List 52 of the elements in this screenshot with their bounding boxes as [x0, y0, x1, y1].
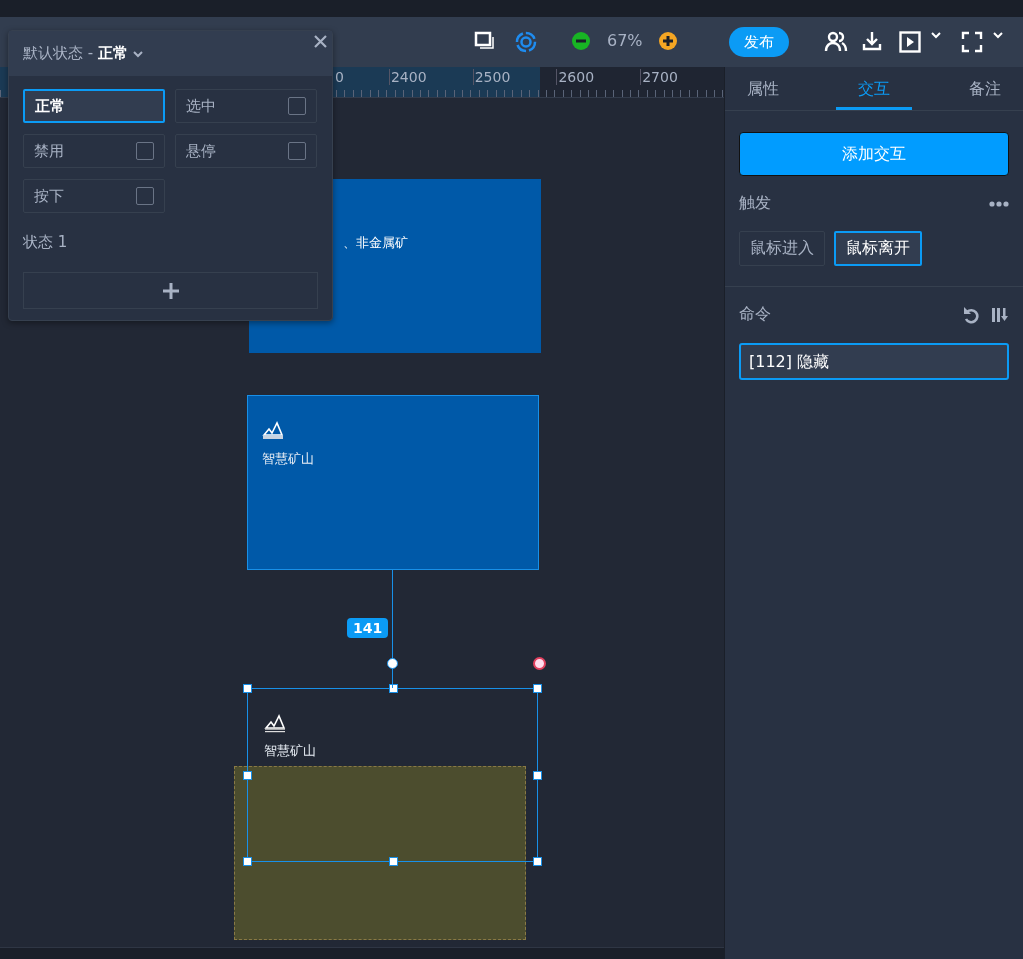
trigger-option[interactable]: 鼠标进入 — [739, 231, 825, 266]
fullscreen-icon[interactable] — [961, 31, 983, 53]
more-icon[interactable] — [989, 200, 1009, 207]
section-label: 触发 — [739, 193, 771, 214]
command-item[interactable]: [112] 隐藏 — [739, 343, 1009, 380]
distance-badge: 141 — [347, 618, 389, 638]
checkbox[interactable] — [288, 142, 306, 160]
panel-tab[interactable]: 备注 — [946, 67, 1023, 110]
panel-tab[interactable]: 属性 — [725, 67, 802, 110]
play-icon[interactable] — [899, 31, 921, 53]
checkbox[interactable] — [136, 142, 154, 160]
checkbox[interactable] — [136, 187, 154, 205]
rotate-handle[interactable] — [533, 657, 546, 670]
users-icon[interactable] — [824, 31, 848, 53]
close-icon[interactable] — [314, 35, 327, 48]
checkbox[interactable] — [288, 97, 306, 115]
state-option[interactable]: 按下 — [23, 179, 165, 213]
ruler-label: 0 — [334, 69, 345, 85]
ruler-label: 2400 — [388, 69, 473, 85]
mountain-icon — [264, 713, 286, 733]
mountain-icon — [262, 420, 284, 440]
zoom-out-icon[interactable] — [571, 31, 591, 51]
card-label: 智慧矿山 — [262, 450, 314, 468]
state-label: 禁用 — [34, 141, 64, 161]
panel-tab[interactable]: 交互 — [835, 67, 913, 110]
zoom-in-icon[interactable] — [658, 31, 678, 51]
state-label: 悬停 — [186, 141, 216, 161]
connector-handle[interactable] — [387, 658, 398, 669]
undo-icon[interactable] — [963, 305, 979, 324]
state-label: 按下 — [34, 186, 64, 206]
download-icon[interactable] — [862, 31, 882, 51]
custom-state-label[interactable]: 状态 1 — [23, 233, 318, 252]
ruler-label: 2700 — [640, 69, 724, 85]
state-option[interactable]: 选中 — [175, 89, 317, 123]
state-label: 选中 — [186, 96, 216, 116]
ruler-label: 2500 — [472, 69, 557, 85]
sort-icon[interactable] — [991, 306, 1009, 323]
trigger-option[interactable]: 鼠标离开 — [834, 231, 922, 266]
ruler-label: 2600 — [556, 69, 641, 85]
popover-title[interactable]: 默认状态 - 正常 — [23, 44, 128, 63]
section-label: 命令 — [739, 304, 771, 325]
target-icon[interactable] — [515, 31, 537, 53]
card-label: 智慧矿山 — [264, 742, 316, 760]
zoom-level: 67% — [607, 31, 643, 50]
state-label: 正常 — [35, 96, 65, 116]
copy-icon[interactable] — [474, 31, 496, 51]
panel-label: 、非金属矿 — [343, 234, 408, 252]
plus-icon — [162, 282, 179, 299]
state-option[interactable]: 禁用 — [23, 134, 165, 168]
state-option[interactable]: 正常 — [23, 89, 165, 123]
caret-icon[interactable] — [132, 49, 143, 58]
state-option[interactable]: 悬停 — [175, 134, 317, 168]
